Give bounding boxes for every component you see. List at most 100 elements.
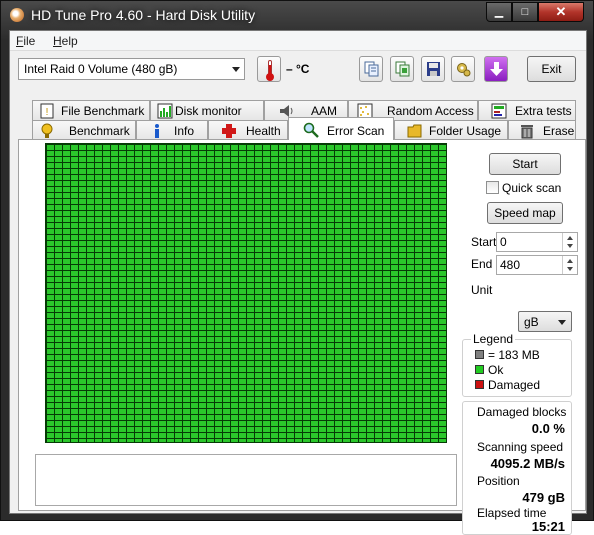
start-field-label: Start <box>471 235 497 249</box>
disk-monitor-icon <box>157 103 173 119</box>
tab-disk-monitor[interactable]: Disk monitor <box>150 100 264 120</box>
unit-select[interactable]: gB <box>518 311 572 332</box>
benchmark-icon <box>39 123 55 139</box>
svg-text:!: ! <box>46 107 49 118</box>
thermometer-bulb <box>266 73 274 81</box>
tab-info[interactable]: Info <box>136 120 208 140</box>
info-icon <box>149 123 165 139</box>
download-button[interactable] <box>484 56 508 82</box>
menu-help-accelerator: H <box>53 34 62 48</box>
elapsed-time-label: Elapsed time <box>477 506 547 520</box>
maximize-icon: □ <box>521 6 529 18</box>
menu-file-label: ile <box>23 34 36 48</box>
tab-disk-monitor-label: Disk monitor <box>175 104 242 118</box>
position-value: 479 gB <box>522 490 565 505</box>
drive-select[interactable]: Intel Raid 0 Volume (480 gB) <box>18 58 245 80</box>
menu-help[interactable]: Help <box>53 34 78 48</box>
health-icon <box>221 123 237 139</box>
trash-icon <box>519 123 535 139</box>
copy-image-icon <box>395 61 410 77</box>
close-icon: ✕ <box>555 4 567 19</box>
options-button[interactable] <box>451 56 475 82</box>
tab-error-scan[interactable]: Error Scan <box>288 117 394 140</box>
title-bar[interactable]: HD Tune Pro 4.60 - Hard Disk Utility ▁ □… <box>1 1 593 29</box>
tab-error-scan-label: Error Scan <box>327 124 385 138</box>
damaged-blocks-value: 0.0 % <box>531 421 565 436</box>
close-button[interactable]: ✕ <box>538 2 584 22</box>
speed-map-button[interactable]: Speed map <box>487 202 563 224</box>
tab-health-label: Health <box>246 124 281 138</box>
tab-file-benchmark[interactable]: ! File Benchmark <box>32 100 150 120</box>
quick-scan-checkbox[interactable] <box>486 181 499 194</box>
legend-title: Legend <box>471 332 516 346</box>
arrow-down-icon <box>490 62 503 76</box>
tab-file-benchmark-label: File Benchmark <box>61 104 145 118</box>
tab-row-bottom: Benchmark Info Health Error Scan Folder … <box>18 117 586 140</box>
menu-help-label: elp <box>61 34 78 48</box>
window-title: HD Tune Pro 4.60 - Hard Disk Utility <box>31 7 256 23</box>
tab-aam-label: AAM <box>311 104 338 118</box>
spin-up-icon <box>567 236 573 240</box>
toolbar: Intel Raid 0 Volume (480 gB) – °C Exit <box>10 52 586 92</box>
maximize-button[interactable]: □ <box>512 2 538 22</box>
menu-bar: File Help <box>10 31 586 51</box>
tab-extra-tests[interactable]: Extra tests <box>478 100 576 120</box>
app-window: HD Tune Pro 4.60 - Hard Disk Utility ▁ □… <box>0 0 594 535</box>
spin-down-icon <box>567 267 573 271</box>
tab-health[interactable]: Health <box>208 120 288 140</box>
chevron-down-icon <box>232 67 240 72</box>
tab-erase-label: Erase <box>543 124 575 138</box>
position-label: Position <box>477 474 520 488</box>
legend-block-swatch <box>475 350 484 359</box>
extra-tests-icon <box>491 103 507 119</box>
unit-select-value: gB <box>524 315 539 329</box>
quick-scan-label: Quick scan <box>502 181 562 195</box>
scanning-speed-label: Scanning speed <box>477 440 564 454</box>
copy-text-button[interactable] <box>359 56 383 82</box>
spin-up-icon <box>567 259 573 263</box>
start-spinner[interactable] <box>562 233 577 251</box>
legend-ok-swatch <box>475 365 484 374</box>
tab-erase[interactable]: Erase <box>508 120 576 140</box>
tools-icon <box>457 63 471 77</box>
tab-folder-usage[interactable]: Folder Usage <box>394 120 508 140</box>
copy-screenshot-button[interactable] <box>390 56 414 82</box>
end-position-field[interactable]: 480 <box>496 255 578 275</box>
tab-extra-tests-label: Extra tests <box>515 104 572 118</box>
legend-damaged-label: Damaged <box>488 378 541 392</box>
minimize-icon: ▁ <box>494 6 504 18</box>
start-position-field[interactable]: 0 <box>496 232 578 252</box>
temperature-readout: – °C <box>286 62 310 76</box>
copy-icon <box>364 61 379 77</box>
save-button[interactable] <box>421 56 445 82</box>
start-position-value: 0 <box>500 235 507 249</box>
tab-info-label: Info <box>174 124 195 138</box>
legend-box: Legend = 183 MB Ok Damaged <box>462 332 572 397</box>
tab-benchmark[interactable]: Benchmark <box>32 120 136 140</box>
minimize-button[interactable]: ▁ <box>486 2 512 22</box>
end-position-value: 480 <box>500 258 521 272</box>
app-icon <box>10 8 24 22</box>
start-scan-button[interactable]: Start <box>489 153 561 175</box>
temperature-button[interactable] <box>257 56 281 82</box>
file-benchmark-icon: ! <box>39 103 55 119</box>
folder-icon <box>407 123 423 139</box>
chevron-down-icon <box>558 320 566 325</box>
drive-select-value: Intel Raid 0 Volume (480 gB) <box>24 62 178 76</box>
unit-field-label: Unit <box>471 283 493 297</box>
end-field-label: End <box>471 257 493 271</box>
scan-statistics: Damaged blocks 0.0 % Scanning speed 4095… <box>462 401 572 535</box>
scan-log-box[interactable] <box>35 454 457 506</box>
client-area: File Help Intel Raid 0 Volume (480 gB) –… <box>9 30 587 535</box>
tab-random-access-label: Random Access <box>387 104 474 118</box>
floppy-disk-icon <box>427 62 440 76</box>
magnifier-icon <box>303 122 319 138</box>
legend-damaged-swatch <box>475 380 484 389</box>
error-scan-block-map <box>45 143 447 443</box>
tab-benchmark-label: Benchmark <box>69 124 130 138</box>
menu-file[interactable]: File <box>16 34 35 48</box>
spin-down-icon <box>567 244 573 248</box>
elapsed-time-value: 15:21 <box>531 519 565 534</box>
exit-button[interactable]: Exit <box>527 56 576 82</box>
end-spinner[interactable] <box>562 256 577 274</box>
